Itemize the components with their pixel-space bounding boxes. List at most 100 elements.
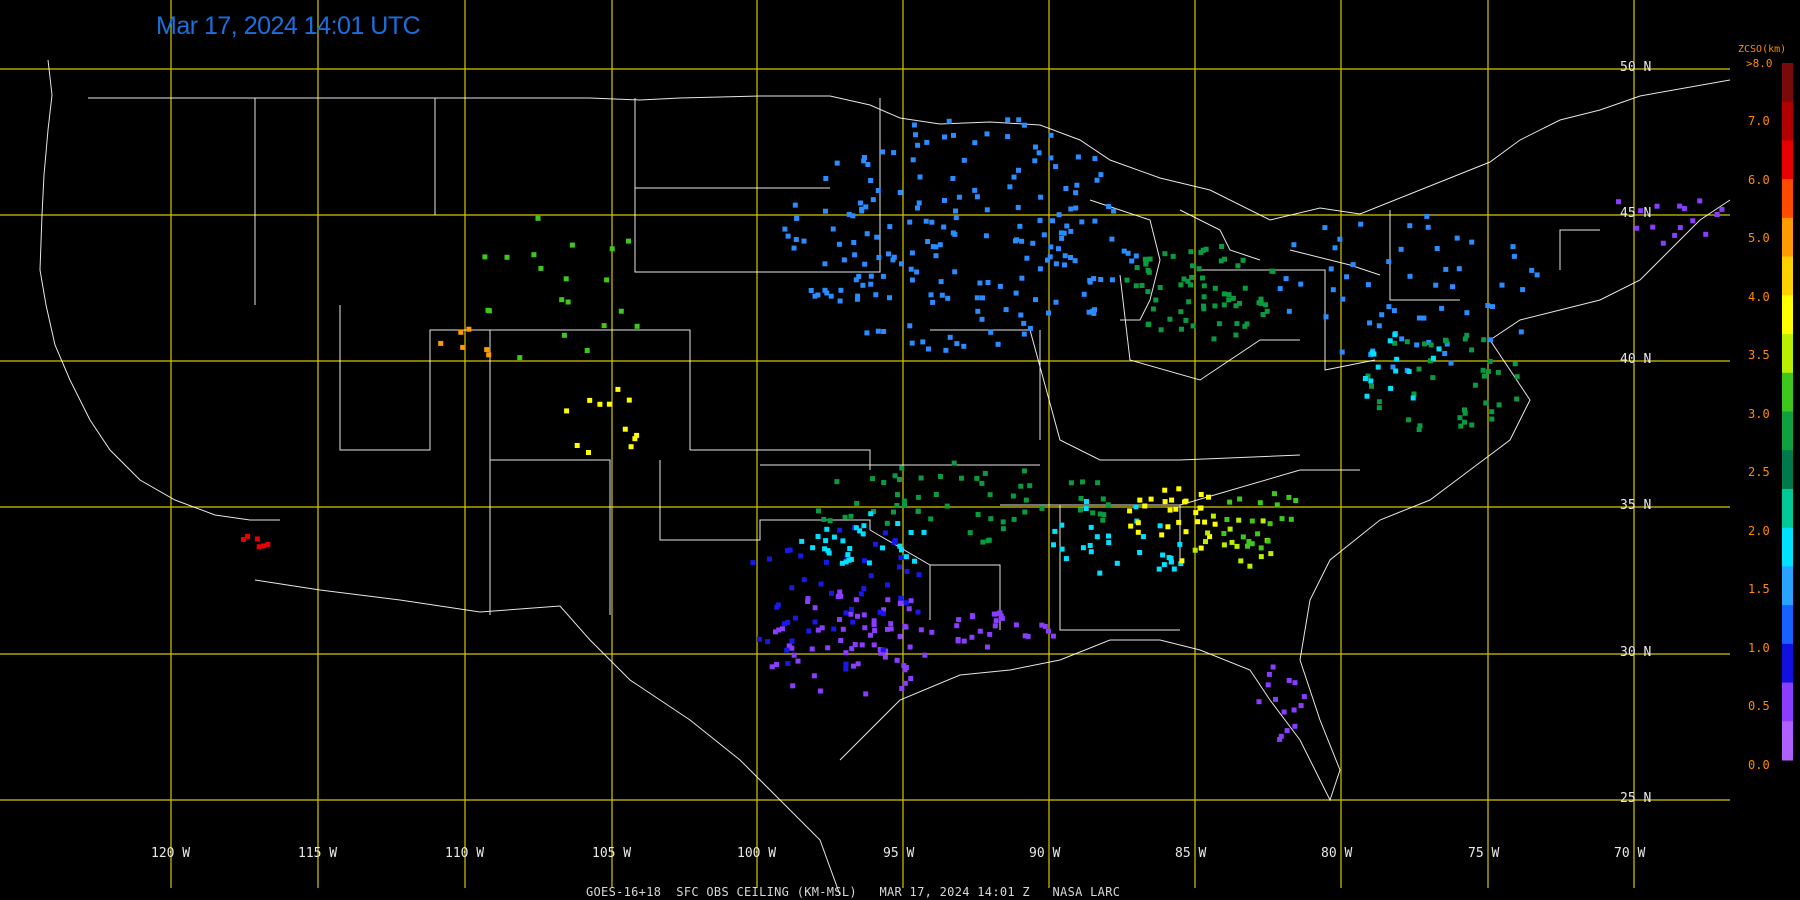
station-marker (1021, 331, 1027, 337)
station-marker (634, 432, 640, 438)
station-marker (1221, 291, 1227, 297)
station-marker (792, 202, 798, 208)
station-marker (850, 619, 856, 625)
station-marker (908, 530, 914, 535)
station-marker (1616, 199, 1621, 205)
station-marker (823, 559, 829, 565)
station-marker (1186, 299, 1192, 305)
station-marker (1087, 543, 1093, 548)
station-marker (1221, 302, 1227, 308)
station-marker (1245, 543, 1250, 549)
station-marker (1283, 276, 1289, 282)
station-marker (1433, 282, 1439, 288)
station-marker (1133, 253, 1139, 259)
station-marker (1448, 360, 1454, 366)
station-marker (837, 617, 842, 622)
station-marker (1167, 507, 1173, 513)
station-marker (823, 208, 828, 214)
station-marker (1088, 549, 1094, 555)
station-marker (866, 560, 872, 566)
station-marker (1106, 540, 1112, 546)
station-marker (1244, 321, 1250, 327)
station-marker (1212, 521, 1218, 527)
station-marker (1038, 194, 1044, 200)
station-marker (1376, 405, 1382, 411)
station-marker (862, 625, 868, 631)
station-marker (914, 269, 920, 275)
station-marker (1393, 368, 1399, 374)
station-marker (1068, 228, 1074, 234)
station-marker (956, 194, 962, 200)
station-marker (1270, 664, 1276, 670)
station-marker (1488, 337, 1494, 343)
station-marker (1292, 723, 1298, 729)
station-marker (933, 244, 939, 250)
station-marker (835, 594, 841, 599)
station-marker (1436, 346, 1442, 352)
station-marker (1240, 257, 1246, 263)
station-marker (848, 611, 854, 617)
station-marker (874, 234, 880, 240)
station-marker (776, 627, 782, 633)
station-marker (911, 122, 917, 128)
station-marker (1416, 315, 1422, 321)
station-marker (1510, 244, 1516, 250)
legend-tick-label: 1.5 (1748, 582, 1770, 597)
station-marker (486, 352, 492, 358)
station-marker (1137, 497, 1143, 503)
station-marker (961, 343, 967, 349)
station-marker (897, 633, 903, 639)
station-marker (950, 230, 956, 236)
station-marker (823, 176, 829, 181)
station-marker (1221, 531, 1227, 536)
station-marker (1236, 517, 1242, 523)
station-marker (909, 340, 915, 346)
station-marker (875, 188, 881, 193)
station-marker (980, 539, 986, 545)
station-marker (1178, 282, 1184, 288)
station-marker (1221, 542, 1227, 548)
station-marker (901, 498, 907, 504)
station-marker (1286, 494, 1292, 500)
station-marker (908, 266, 914, 272)
station-marker (1481, 337, 1487, 343)
station-marker (1277, 286, 1283, 292)
station-marker (946, 118, 952, 124)
latitude-label: 50 N (1620, 60, 1652, 75)
station-marker (1079, 219, 1085, 225)
station-marker (784, 647, 790, 653)
station-marker (991, 611, 997, 617)
station-marker (887, 224, 893, 230)
station-marker (837, 527, 843, 533)
station-marker (1059, 235, 1065, 241)
legend-swatch (1782, 605, 1793, 645)
station-marker (1654, 203, 1660, 209)
station-marker (466, 326, 472, 332)
station-marker (1697, 198, 1703, 204)
station-marker (1274, 502, 1280, 508)
station-marker (831, 534, 837, 540)
station-marker (841, 257, 847, 263)
station-marker (1041, 232, 1047, 238)
station-marker (892, 473, 898, 479)
station-marker (1053, 164, 1059, 170)
station-marker (1095, 480, 1101, 486)
station-marker (837, 589, 843, 595)
station-marker (822, 261, 828, 267)
station-marker (1133, 283, 1139, 289)
station-marker (1518, 329, 1524, 335)
station-marker (1092, 218, 1098, 224)
station-marker (847, 546, 853, 551)
station-marker (1059, 546, 1065, 552)
station-marker (821, 516, 827, 522)
legend-swatch (1782, 334, 1793, 374)
station-marker (890, 257, 896, 263)
station-marker (1350, 262, 1356, 268)
station-marker (1190, 263, 1195, 269)
station-marker (1407, 223, 1413, 229)
legend-top-label: >8.0 (1746, 57, 1773, 70)
station-marker (810, 545, 816, 551)
station-marker (1182, 499, 1188, 505)
station-marker (1284, 728, 1290, 734)
station-marker (840, 538, 846, 544)
